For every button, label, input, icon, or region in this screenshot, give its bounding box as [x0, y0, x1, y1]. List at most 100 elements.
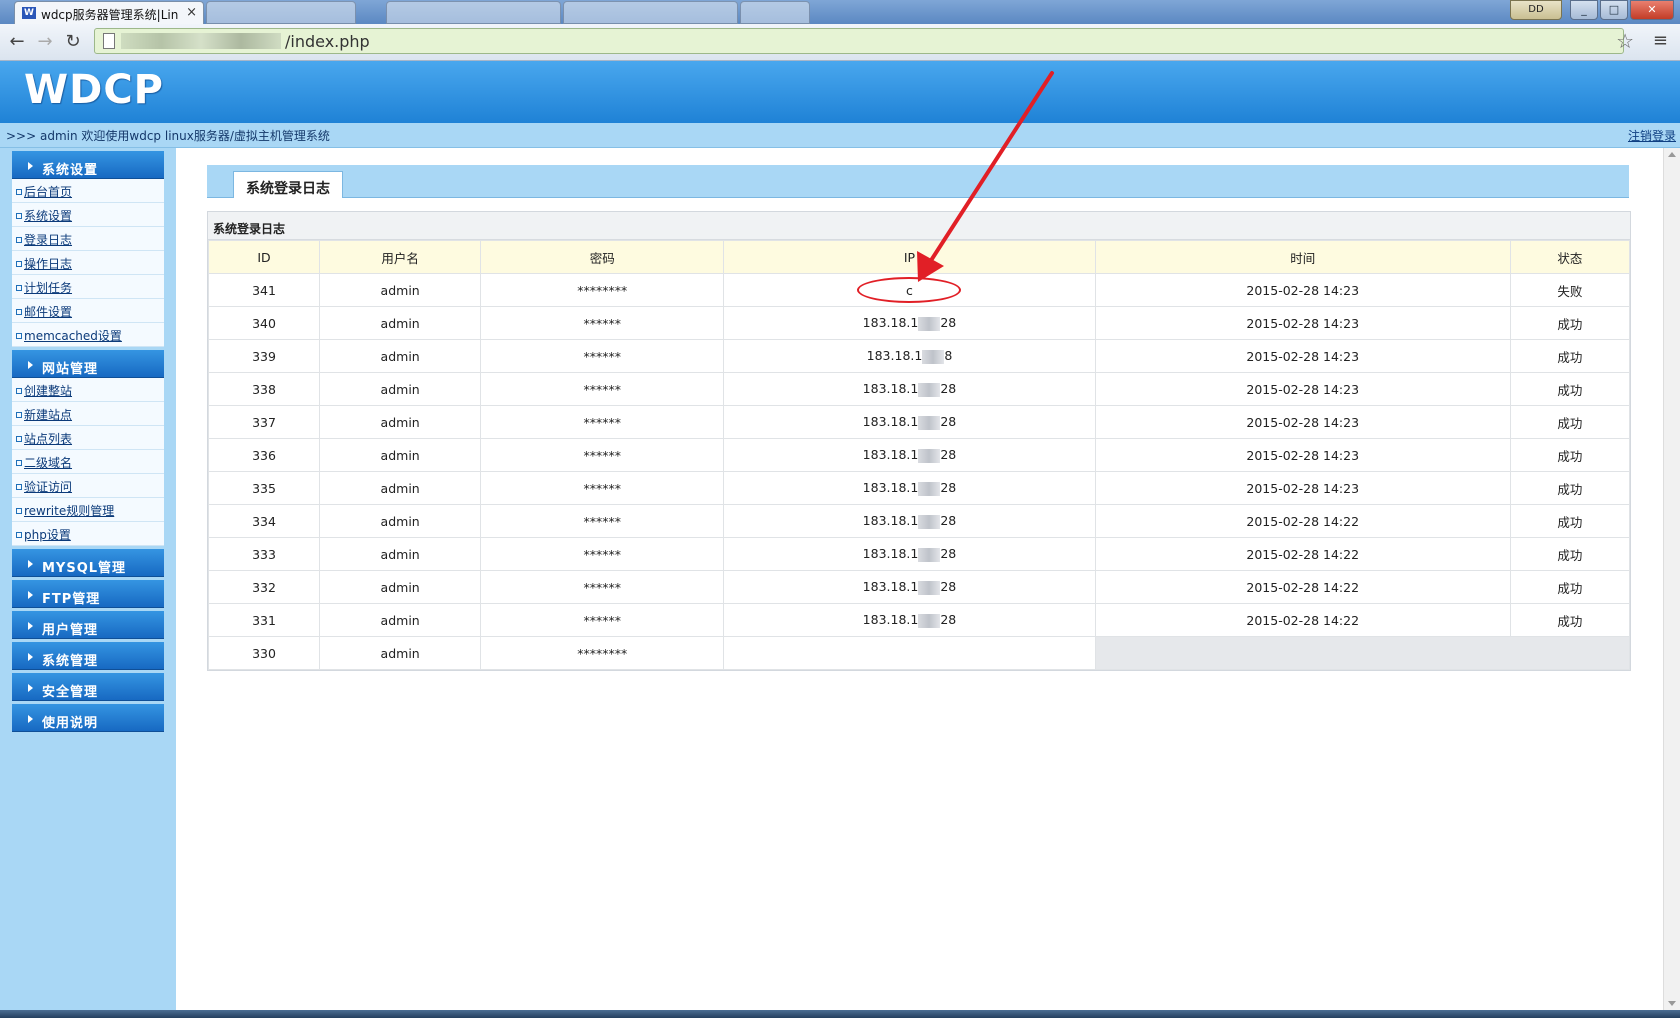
bookmark-star-icon[interactable]: ☆ [1616, 29, 1634, 53]
ip-redaction [918, 514, 941, 529]
sidebar-section-system-management[interactable]: 系统管理 [12, 642, 164, 670]
cell-status: 成功 [1509, 570, 1631, 604]
profile-badge[interactable]: DD [1510, 0, 1562, 20]
back-arrow-icon[interactable]: ← [6, 31, 28, 52]
sidebar-item-dashboard[interactable]: 后台首页 [12, 179, 164, 203]
cell-username: admin [319, 273, 482, 307]
sidebar-item-label[interactable]: rewrite规则管理 [24, 504, 114, 518]
new-tab-button[interactable] [740, 1, 810, 24]
sidebar-section-system-settings[interactable]: 系统设置 [12, 151, 164, 179]
cell-password: ****** [480, 537, 725, 571]
cell-id: 334 [207, 504, 321, 538]
ip-suffix: 28 [940, 546, 957, 562]
sidebar-item-new-site[interactable]: 新建站点 [12, 402, 164, 426]
cell-username: admin [319, 636, 482, 670]
col-header-username: 用户名 [319, 240, 482, 274]
logout-link[interactable]: 注销登录 [1628, 127, 1676, 144]
reload-icon[interactable]: ↻ [62, 31, 84, 52]
sidebar-item-label[interactable]: 登录日志 [24, 233, 72, 247]
cell-time: 2015-02-28 14:23 [1094, 339, 1511, 373]
cell-password: ******** [480, 273, 725, 307]
sidebar-item-memcached[interactable]: memcached设置 [12, 323, 164, 347]
address-bar[interactable]: /index.php [94, 28, 1624, 54]
cell-time [1094, 636, 1511, 670]
sidebar-item-label[interactable]: 创建整站 [24, 384, 72, 398]
sidebar-section-site-management[interactable]: 网站管理 [12, 350, 164, 378]
sidebar-item-subdomain[interactable]: 二级域名 [12, 450, 164, 474]
sidebar-section-help[interactable]: 使用说明 [12, 704, 164, 732]
sidebar-item-system-settings[interactable]: 系统设置 [12, 203, 164, 227]
sidebar-item-label[interactable]: 验证访问 [24, 480, 72, 494]
cell-ip: c [723, 273, 1096, 307]
ip-prefix: 183.18.1 [862, 546, 919, 562]
cell-time: 2015-02-28 14:23 [1094, 471, 1511, 505]
ip-prefix: 183.18.1 [862, 579, 919, 595]
browser-tab-3[interactable] [386, 1, 561, 24]
col-header-password: 密码 [480, 240, 725, 274]
scroll-up-icon[interactable] [1668, 152, 1676, 157]
sidebar-item-php-settings[interactable]: php设置 [12, 522, 164, 546]
table-row: 330 admin ******** [207, 636, 1631, 670]
sidebar-item-rewrite[interactable]: rewrite规则管理 [12, 498, 164, 522]
sidebar-item-auth-access[interactable]: 验证访问 [12, 474, 164, 498]
cell-status: 成功 [1509, 603, 1631, 637]
cell-password: ****** [480, 405, 725, 439]
cell-id: 338 [207, 372, 321, 406]
cell-ip: 183.18.1 28 [723, 438, 1096, 472]
table-row: 332 admin ****** 183.18.1 28 2015-02-28 14:22… [207, 570, 1631, 604]
tab-login-log[interactable]: 系统登录日志 [233, 171, 343, 198]
sidebar-item-label[interactable]: 系统设置 [24, 209, 72, 223]
sidebar-section-security[interactable]: 安全管理 [12, 673, 164, 701]
sidebar-item-label[interactable]: 新建站点 [24, 408, 72, 422]
sidebar-item-label[interactable]: 后台首页 [24, 185, 72, 199]
window-close-button[interactable]: ✕ [1630, 0, 1674, 20]
sidebar-item-label[interactable]: 操作日志 [24, 257, 72, 271]
cell-id: 331 [207, 603, 321, 637]
table-row: 334 admin ****** 183.18.1 28 2015-02-28 14:22… [207, 504, 1631, 538]
sidebar-item-mail-settings[interactable]: 邮件设置 [12, 299, 164, 323]
sidebar-item-operation-log[interactable]: 操作日志 [12, 251, 164, 275]
sidebar-section-mysql[interactable]: MYSQL管理 [12, 549, 164, 577]
tab-close-icon[interactable]: × [186, 5, 197, 20]
sidebar-section-users[interactable]: 用户管理 [12, 611, 164, 639]
ip-redaction [918, 382, 941, 397]
cell-id: 330 [207, 636, 321, 670]
cell-username: admin [319, 405, 482, 439]
forward-arrow-icon[interactable]: → [34, 31, 56, 52]
sidebar-item-label[interactable]: 站点列表 [24, 432, 72, 446]
sidebar-item-label[interactable]: 邮件设置 [24, 305, 72, 319]
minimize-button[interactable]: _ [1570, 0, 1598, 20]
browser-menu-icon[interactable]: ≡ [1653, 30, 1668, 51]
table-row: 333 admin ****** 183.18.1 28 2015-02-28 14:22… [207, 537, 1631, 571]
sidebar-item-label[interactable]: memcached设置 [24, 329, 122, 343]
scroll-down-icon[interactable] [1668, 1001, 1676, 1006]
sidebar-section-ftp[interactable]: FTP管理 [12, 580, 164, 608]
col-header-ip: IP [723, 240, 1096, 274]
ip-redaction [922, 349, 945, 364]
browser-tab-active[interactable]: W wdcp服务器管理系统|Lin × [14, 1, 204, 24]
ip-prefix: 183.18.1 [862, 315, 919, 331]
sidebar-item-label[interactable]: 二级域名 [24, 456, 72, 470]
cell-status: 成功 [1509, 471, 1631, 505]
sidebar-item-label[interactable]: php设置 [24, 528, 71, 542]
cell-id: 332 [207, 570, 321, 604]
ip-prefix: 183.18.1 [866, 348, 923, 364]
cell-ip: 183.18.1 28 [723, 570, 1096, 604]
cell-status: 成功 [1509, 537, 1631, 571]
table-row: 335 admin ****** 183.18.1 28 2015-02-28 14:23… [207, 471, 1631, 505]
sidebar-item-login-log[interactable]: 登录日志 [12, 227, 164, 251]
browser-tab-4[interactable] [563, 1, 738, 24]
sidebar-item-site-list[interactable]: 站点列表 [12, 426, 164, 450]
sidebar-item-cron[interactable]: 计划任务 [12, 275, 164, 299]
maximize-button[interactable]: □ [1600, 0, 1628, 20]
sidebar-item-label[interactable]: 计划任务 [24, 281, 72, 295]
sidebar-item-create-full-site[interactable]: 创建整站 [12, 378, 164, 402]
cell-ip: 183.18.1 8 [723, 339, 1096, 373]
ip-redaction [918, 415, 941, 430]
table-row: 337 admin ****** 183.18.1 28 2015-02-28 14:23… [207, 405, 1631, 439]
cell-ip: 183.18.1 28 [723, 504, 1096, 538]
cell-username: admin [319, 570, 482, 604]
browser-tab-2[interactable] [206, 1, 356, 24]
cell-id: 335 [207, 471, 321, 505]
page-scrollbar[interactable] [1663, 148, 1680, 1010]
